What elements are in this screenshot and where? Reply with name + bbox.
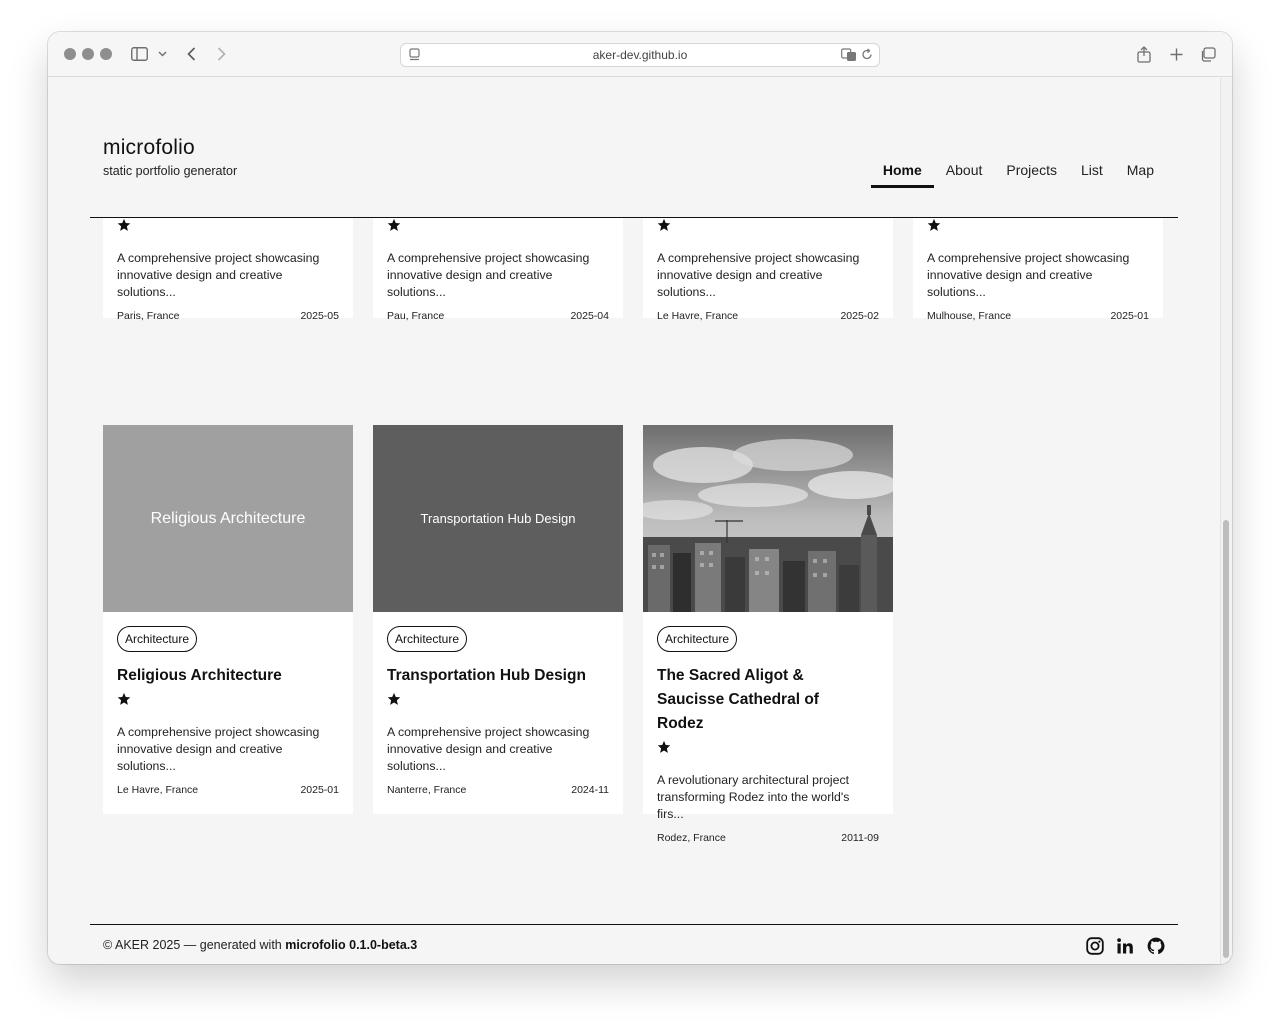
- project-location: Paris, France: [117, 310, 180, 322]
- minimize-window-icon[interactable]: [82, 48, 94, 60]
- featured-star-icon: [387, 218, 401, 231]
- project-title[interactable]: The Sacred Aligot & Saucisse Cathedral o…: [657, 664, 867, 736]
- linkedin-icon[interactable]: [1116, 937, 1134, 955]
- browser-toolbar: aker-dev.github.io: [48, 32, 1232, 77]
- category-badge[interactable]: Architecture: [657, 626, 738, 652]
- footer-copyright: © AKER 2025 — generated with microfolio …: [103, 938, 418, 952]
- project-description: A comprehensive project showcasing innov…: [117, 725, 320, 773]
- tab-overview-icon[interactable]: [1199, 45, 1217, 63]
- category-badge[interactable]: Architecture: [117, 626, 198, 652]
- new-tab-icon[interactable]: [1168, 45, 1184, 63]
- project-title[interactable]: Transportation Hub Design: [387, 664, 609, 688]
- project-meta: Paris, France 2025-05: [117, 310, 339, 322]
- sidebar-toggle-icon[interactable]: [130, 45, 148, 63]
- project-thumbnail[interactable]: Transportation Hub Design: [373, 425, 623, 612]
- project-location: Le Havre, France: [117, 784, 199, 796]
- project-description: A comprehensive project showcasing innov…: [657, 251, 860, 299]
- site-title[interactable]: microfolio: [103, 136, 195, 160]
- main-nav: Home About Projects List Map: [870, 160, 1166, 188]
- chevron-down-icon[interactable]: [156, 45, 168, 63]
- cathedral-photo: [643, 425, 893, 612]
- featured-star-icon: [117, 692, 131, 705]
- featured-star-icon: [657, 740, 671, 753]
- share-icon[interactable]: [1136, 45, 1152, 63]
- back-icon[interactable]: [184, 45, 198, 63]
- project-location: Mulhouse, France: [927, 310, 1012, 322]
- project-card[interactable]: Architecture The Sacred Aligot & Saucisse…: [643, 425, 893, 844]
- project-meta: Le Havre, France 2025-01: [117, 784, 339, 796]
- project-card[interactable]: Religious Architecture Architecture Religi…: [103, 425, 353, 814]
- featured-star-icon: [117, 218, 131, 231]
- featured-star-icon: [927, 218, 941, 231]
- close-window-icon[interactable]: [64, 48, 76, 60]
- project-meta: Mulhouse, France 2025-01: [927, 310, 1149, 322]
- project-location: Nanterre, France: [387, 784, 467, 796]
- project-date: 2025-04: [570, 310, 609, 322]
- project-date: 2024-11: [571, 784, 609, 796]
- project-date: 2011-09: [841, 832, 879, 844]
- project-title[interactable]: Religious Architecture: [117, 664, 339, 688]
- project-meta: Rodez, France 2011-09: [657, 832, 879, 844]
- generator-link[interactable]: microfolio 0.1.0-beta.3: [285, 938, 417, 952]
- instagram-icon[interactable]: [1086, 937, 1104, 955]
- site-header: microfolio static portfolio generator Ho…: [90, 78, 1178, 218]
- address-bar[interactable]: aker-dev.github.io: [400, 43, 880, 67]
- featured-star-icon: [657, 218, 671, 231]
- github-icon[interactable]: [1147, 937, 1165, 955]
- forward-icon[interactable]: [214, 45, 228, 63]
- nav-map[interactable]: Map: [1115, 160, 1166, 186]
- nav-home[interactable]: Home: [870, 160, 934, 188]
- project-date: 2025-01: [300, 784, 339, 796]
- project-date: 2025-05: [300, 310, 339, 322]
- project-date: 2025-01: [1110, 310, 1149, 322]
- project-location: Le Havre, France: [657, 310, 739, 322]
- project-meta: Pau, France 2025-04: [387, 310, 609, 322]
- project-description: A comprehensive project showcasing innov…: [387, 251, 590, 299]
- project-location: Rodez, France: [657, 832, 726, 844]
- site-subtitle: static portfolio generator: [103, 164, 238, 178]
- scrollbar[interactable]: [1220, 78, 1232, 964]
- project-thumbnail[interactable]: [643, 425, 893, 612]
- featured-star-icon: [387, 692, 401, 705]
- project-meta: Le Havre, France 2025-02: [657, 310, 879, 322]
- project-description: A comprehensive project showcasing innov…: [927, 251, 1130, 299]
- category-badge[interactable]: Architecture: [387, 626, 468, 652]
- project-date: 2025-02: [840, 310, 879, 322]
- project-description: A revolutionary architectural project tr…: [657, 773, 850, 821]
- zoom-window-icon[interactable]: [100, 48, 112, 60]
- translate-icon[interactable]: [841, 48, 857, 65]
- project-description: A comprehensive project showcasing innov…: [117, 251, 320, 299]
- page-menu-icon[interactable]: [409, 48, 421, 65]
- thumbnail-label: Transportation Hub Design: [420, 511, 576, 526]
- nav-about[interactable]: About: [934, 160, 995, 186]
- project-thumbnail[interactable]: Religious Architecture: [103, 425, 353, 612]
- project-meta: Nanterre, France 2024-11: [387, 784, 609, 796]
- project-description: A comprehensive project showcasing innov…: [387, 725, 590, 773]
- thumbnail-label: Religious Architecture: [150, 509, 306, 527]
- nav-list[interactable]: List: [1069, 160, 1115, 186]
- browser-window: aker-dev.github.io ArchitectureCultural …: [48, 32, 1232, 964]
- scrollbar-thumb[interactable]: [1223, 520, 1229, 958]
- project-location: Pau, France: [387, 310, 445, 322]
- page-viewport[interactable]: ArchitectureCultural Center of ParisA co…: [48, 78, 1232, 964]
- site-footer: © AKER 2025 — generated with microfolio …: [90, 924, 1178, 964]
- reload-icon[interactable]: [861, 48, 873, 64]
- url-text: aker-dev.github.io: [592, 48, 688, 62]
- project-card[interactable]: Transportation Hub Design Architecture Tra…: [373, 425, 623, 814]
- nav-projects[interactable]: Projects: [994, 160, 1069, 186]
